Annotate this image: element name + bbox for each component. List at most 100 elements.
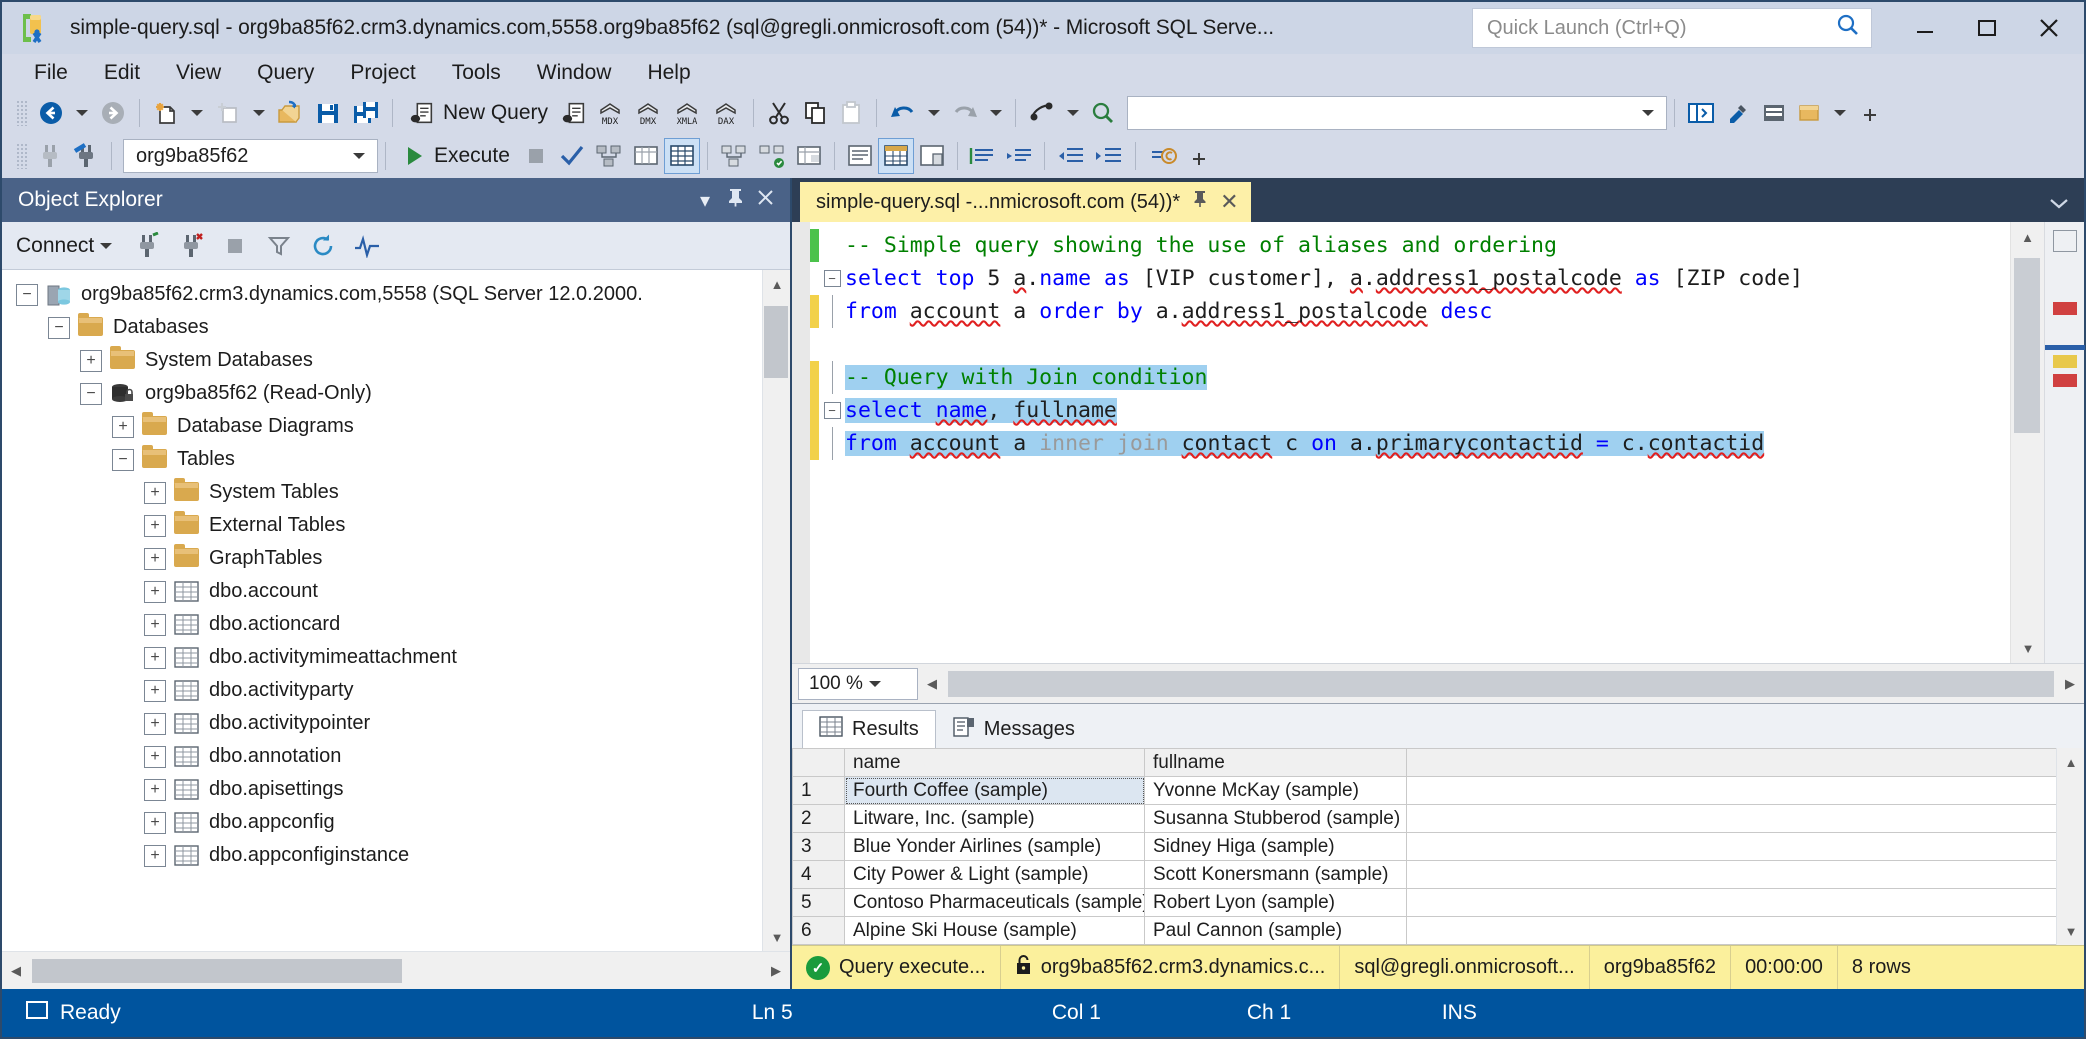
- redo-button[interactable]: [946, 95, 984, 131]
- navigate-back-button[interactable]: [32, 95, 70, 131]
- oe-vscroll-up[interactable]: ▲: [763, 270, 790, 298]
- results-to-text-button[interactable]: [842, 138, 878, 174]
- results-vscrollbar[interactable]: ▲ ▼: [2056, 748, 2084, 945]
- zoom-combo[interactable]: 100 %: [798, 668, 918, 700]
- stop-query-button[interactable]: [518, 138, 554, 174]
- results-vscroll-down[interactable]: ▼: [2057, 917, 2084, 945]
- table-row[interactable]: 4City Power & Light (sample)Scott Koners…: [793, 861, 2084, 889]
- new-query-button[interactable]: New Query: [400, 95, 556, 131]
- tree-node[interactable]: +dbo.appconfiginstance: [2, 839, 790, 872]
- scrollbar-map-column[interactable]: [2044, 222, 2084, 663]
- fold-region-bar[interactable]: [819, 295, 845, 328]
- table-row[interactable]: 1Fourth Coffee (sample)Yvonne McKay (sam…: [793, 777, 2084, 805]
- fold-region-bar[interactable]: [819, 361, 845, 394]
- connect-dropdown-button[interactable]: Connect: [16, 234, 124, 258]
- comment-selection-button[interactable]: [965, 138, 1001, 174]
- object-explorer-hscrollbar[interactable]: ◀ ▶: [2, 951, 790, 989]
- tree-node[interactable]: +GraphTables: [2, 542, 790, 575]
- copy-button[interactable]: [797, 95, 833, 131]
- oe-connect-icon[interactable]: [126, 227, 168, 265]
- editor-tab-simple-query[interactable]: simple-query.sql -...nmicrosoft.com (54)…: [800, 182, 1251, 222]
- tree-node[interactable]: +dbo.actioncard: [2, 608, 790, 641]
- tab-messages[interactable]: Messages: [936, 710, 1092, 748]
- cell-fullname[interactable]: Susanna Stubberod (sample): [1145, 805, 1407, 833]
- include-actual-plan-button[interactable]: [715, 138, 753, 174]
- fold-collapse-icon[interactable]: −: [819, 262, 845, 295]
- tree-expand-icon[interactable]: +: [112, 416, 134, 438]
- toolbar2-grip[interactable]: [16, 143, 28, 169]
- code-line[interactable]: select top 5 a.name as [VIP customer], a…: [845, 262, 2010, 295]
- template-dropdown-icon[interactable]: [1834, 110, 1846, 116]
- tree-node[interactable]: +External Tables: [2, 509, 790, 542]
- database-dropdown-icon[interactable]: [353, 153, 365, 159]
- summary-page-button[interactable]: [1023, 95, 1061, 131]
- cell-fullname[interactable]: Yvonne McKay (sample): [1145, 777, 1407, 805]
- menu-help[interactable]: Help: [629, 57, 708, 89]
- summary-dropdown-icon[interactable]: [1067, 110, 1079, 116]
- code-surface[interactable]: −− -- Simple query showing the use of al…: [792, 222, 2010, 663]
- menu-view[interactable]: View: [158, 57, 239, 89]
- parse-query-button[interactable]: [554, 138, 590, 174]
- table-row[interactable]: 2Litware, Inc. (sample)Susanna Stubberod…: [793, 805, 2084, 833]
- query-options-button[interactable]: [791, 138, 827, 174]
- cut-button[interactable]: [761, 95, 797, 131]
- code-line[interactable]: -- Query with Join condition: [845, 361, 2010, 394]
- tree-node[interactable]: +dbo.account: [2, 575, 790, 608]
- tree-node[interactable]: +System Databases: [2, 344, 790, 377]
- results-to-grid-toggle[interactable]: [878, 138, 914, 174]
- undo-button[interactable]: [884, 95, 922, 131]
- hscroll-thumb[interactable]: [32, 959, 402, 983]
- add-item-dropdown-icon[interactable]: [253, 110, 265, 116]
- database-combo[interactable]: org9ba85f62: [123, 139, 378, 173]
- quick-launch-input[interactable]: Quick Launch (Ctrl+Q): [1472, 8, 1872, 48]
- properties-window-button[interactable]: [1720, 95, 1756, 131]
- menu-project[interactable]: Project: [332, 57, 433, 89]
- tree-node[interactable]: +dbo.appconfig: [2, 806, 790, 839]
- increase-indent-button[interactable]: [1090, 138, 1128, 174]
- tree-expand-icon[interactable]: +: [144, 812, 166, 834]
- find-dropdown-icon[interactable]: [1642, 110, 1654, 116]
- tab-close-icon[interactable]: ✕: [1220, 189, 1238, 215]
- display-estimated-plan-button[interactable]: [590, 138, 628, 174]
- table-row[interactable]: 5Contoso Pharmaceuticals (sample)Robert …: [793, 889, 2084, 917]
- object-explorer-tree[interactable]: −org9ba85f62.crm3.dynamics.com,5558 (SQL…: [2, 270, 790, 951]
- tree-node[interactable]: −Databases: [2, 311, 790, 344]
- cell-name[interactable]: City Power & Light (sample): [845, 861, 1145, 889]
- column-header-name[interactable]: name: [845, 749, 1145, 777]
- editor-hscrollbar[interactable]: ◀ ▶: [918, 668, 2084, 700]
- results-to-grid-button[interactable]: [664, 138, 700, 174]
- include-client-statistics-button[interactable]: [628, 138, 664, 174]
- cell-fullname[interactable]: Scott Konersmann (sample): [1145, 861, 1407, 889]
- toolbar2-options-icon[interactable]: [1181, 138, 1217, 174]
- tree-expand-icon[interactable]: +: [144, 713, 166, 735]
- tree-expand-icon[interactable]: +: [144, 482, 166, 504]
- undo-dropdown-icon[interactable]: [928, 110, 940, 116]
- minimize-button[interactable]: [1894, 3, 1956, 53]
- row-number-cell[interactable]: 3: [793, 833, 845, 861]
- find-in-files-button[interactable]: [1085, 95, 1121, 131]
- cell-name[interactable]: Fourth Coffee (sample): [845, 777, 1145, 805]
- tree-collapse-icon[interactable]: −: [16, 284, 38, 306]
- row-number-header[interactable]: [793, 749, 845, 777]
- tab-results[interactable]: Results: [802, 710, 936, 748]
- refresh-icon[interactable]: [302, 227, 344, 265]
- oe-vscroll-down[interactable]: ▼: [763, 923, 790, 951]
- find-combo[interactable]: [1127, 96, 1667, 130]
- vscroll-thumb[interactable]: [2014, 258, 2040, 433]
- tree-expand-icon[interactable]: +: [144, 548, 166, 570]
- template-explorer-button[interactable]: [1792, 95, 1828, 131]
- fold-region-bar[interactable]: [819, 427, 845, 460]
- menu-window[interactable]: Window: [519, 57, 630, 89]
- cell-name[interactable]: Alpine Ski House (sample): [845, 917, 1145, 945]
- code-vertical-scrollbar[interactable]: ▲ ▼: [2010, 222, 2044, 663]
- tree-node[interactable]: +Database Diagrams: [2, 410, 790, 443]
- vscroll-down-arrow[interactable]: ▼: [2011, 633, 2045, 663]
- mdx-query-button[interactable]: MDX: [592, 95, 630, 131]
- toolbar-options-icon[interactable]: [1852, 95, 1888, 131]
- database-engine-query-button[interactable]: [556, 95, 592, 131]
- connect-chevron-icon[interactable]: [100, 243, 112, 249]
- add-item-button[interactable]: [209, 95, 247, 131]
- open-file-button[interactable]: [271, 95, 309, 131]
- redo-dropdown-icon[interactable]: [990, 110, 1002, 116]
- tree-expand-icon[interactable]: +: [144, 515, 166, 537]
